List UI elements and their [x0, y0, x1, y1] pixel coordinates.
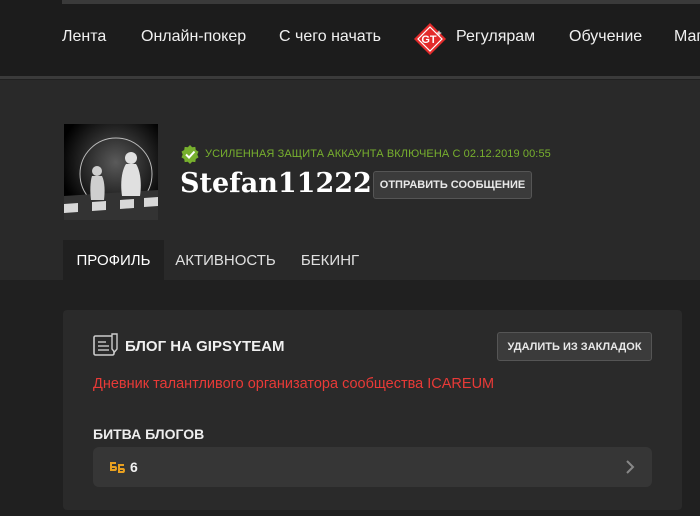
blog-title: Блог на GipsyTeam: [125, 338, 285, 355]
blog-battle-label: Битва блогов: [93, 426, 205, 442]
security-check-icon: [181, 145, 199, 164]
blog-battle-count: 6: [130, 459, 138, 475]
chevron-right-icon: [626, 460, 635, 474]
send-message-button[interactable]: Отправить сообщение: [373, 171, 532, 199]
nav-item-training[interactable]: Обучение: [569, 28, 642, 46]
nav-item-getting-started[interactable]: С чего начать: [279, 28, 381, 46]
security-status-text: Усиленная защита аккаунта включена с 02.…: [205, 148, 551, 160]
tab-profile[interactable]: Профиль: [63, 240, 164, 280]
blog-description: Дневник талантливого организатора сообще…: [93, 376, 495, 392]
nav-item-regulars[interactable]: Регулярам: [456, 28, 535, 46]
nav-item-online-poker[interactable]: Онлайн-покер: [141, 28, 246, 46]
nav-top-divider: [62, 0, 700, 4]
svg-text:GT: GT: [421, 34, 437, 46]
gipsyteam-logo-icon: GT +: [414, 23, 446, 55]
tab-activity[interactable]: Активность: [164, 240, 287, 280]
remove-bookmark-button[interactable]: Удалить из закладок: [497, 332, 652, 361]
username: Stefan11222: [180, 168, 372, 199]
tab-backing[interactable]: Бекинг: [287, 240, 373, 280]
svg-text:+: +: [436, 28, 441, 38]
nav-item-feed[interactable]: Лента: [62, 28, 106, 46]
avatar[interactable]: [64, 124, 158, 220]
blog-card: Блог на GipsyTeam Удалить из закладок Дн…: [63, 310, 682, 510]
nav-bottom-divider: [0, 76, 700, 79]
blog-notepad-icon: [93, 333, 118, 356]
blog-battle-row[interactable]: 6: [93, 447, 652, 487]
profile-header: Усиленная защита аккаунта включена с 02.…: [0, 80, 700, 280]
blog-battle-icon: [110, 462, 125, 473]
nav-item-shop[interactable]: Маг: [674, 28, 700, 46]
top-navigation: Лента Онлайн-покер С чего начать GT + Ре…: [0, 0, 700, 79]
